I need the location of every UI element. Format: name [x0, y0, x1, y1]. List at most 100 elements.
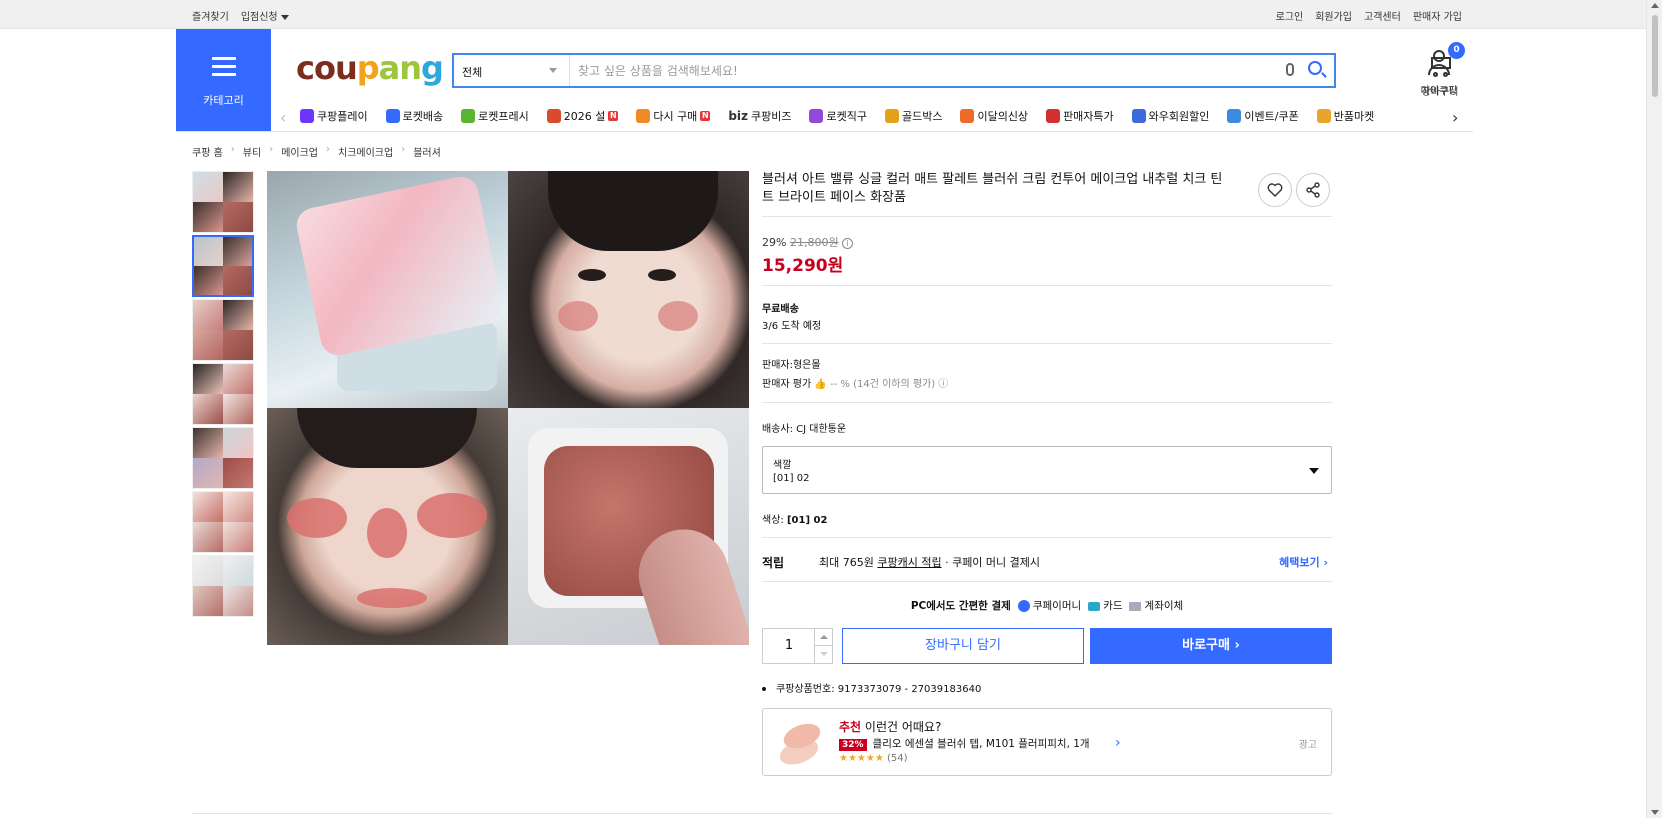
quantity-down-icon[interactable] [814, 646, 832, 663]
quicknav-item[interactable]: 쿠팡플레이 [300, 108, 368, 124]
quicknav-item[interactable]: 2026 설N [546, 108, 619, 124]
shipping-title: 무료배송 [762, 304, 799, 315]
breadcrumb-cheek[interactable]: 치크메이크업 [338, 144, 393, 159]
recommended-product-image[interactable] [776, 719, 825, 770]
category-label: 카테고리 [203, 94, 244, 107]
top-utility-bar: 즐겨찾기 입점신청 로그인 회원가입 고객센터 판매자 가입 [0, 0, 1646, 29]
price-row: 29% 21,800원 i [762, 234, 854, 250]
quicknav-item[interactable]: 다시 구매 N [636, 108, 711, 124]
page-scrollbar[interactable] [1646, 0, 1662, 818]
recommend-heading: 추천 이런건 어때요? [839, 720, 942, 734]
info-icon[interactable]: i [842, 237, 854, 249]
share-button[interactable] [1296, 173, 1330, 207]
quicknav-item[interactable]: 로켓직구 [809, 108, 867, 124]
breadcrumb: 쿠팡 홈 › 뷰티 › 메이크업 › 치크메이크업 › 블러셔 [192, 144, 441, 159]
search-category-select[interactable]: 전체 [454, 55, 570, 86]
info-icon[interactable]: ⓘ [938, 379, 948, 390]
cart-count-badge: 0 [1448, 42, 1465, 59]
original-price: 21,800원 [789, 236, 839, 249]
selected-color: 색상: [01] 02 [762, 511, 827, 526]
quicknav-item[interactable]: 판매자특가 [1046, 108, 1114, 124]
search-icon[interactable] [1308, 61, 1322, 75]
product-thumbnail[interactable] [192, 363, 254, 425]
product-thumbnail[interactable] [192, 555, 254, 617]
breadcrumb-home[interactable]: 쿠팡 홈 [192, 144, 223, 159]
chevron-down-icon [280, 14, 289, 20]
breadcrumb-blusher[interactable]: 블러셔 [413, 144, 441, 159]
coupang-logo[interactable]: coupang [296, 49, 444, 87]
breadcrumb-makeup[interactable]: 메이크업 [281, 144, 318, 159]
hamburger-icon [212, 57, 236, 77]
heart-icon [1267, 183, 1283, 197]
buy-now-button[interactable]: 바로구매 › [1090, 628, 1332, 664]
product-thumbnail[interactable] [192, 299, 254, 361]
seller-signup-link[interactable]: 판매자 가입 [1413, 8, 1462, 23]
quicknav-icon [1227, 109, 1242, 123]
seller-rating-label: 판매자 평가 [762, 379, 812, 390]
option-select[interactable]: 색깔 [01] 02 [762, 446, 1332, 494]
category-menu-button[interactable]: 카테고리 [176, 29, 271, 131]
chevron-left-icon[interactable]: ‹ [280, 108, 286, 127]
thumbs-up-icon: 👍 [814, 379, 827, 390]
seller-name[interactable]: 판매자:형은몰 [762, 356, 948, 375]
shipping-info: 무료배송 3/6 도착 예정 [762, 301, 821, 335]
scrollbar-thumb[interactable] [1651, 14, 1659, 98]
scroll-down-icon[interactable] [1651, 810, 1659, 815]
quicknav-item[interactable]: 반품마켓 [1316, 108, 1374, 124]
quicknav-item[interactable]: 로켓프레시 [461, 108, 529, 124]
quantity-value[interactable]: 1 [763, 629, 815, 663]
quicknav-icon [636, 109, 651, 123]
recommended-product[interactable]: 32% 클리오 에센셜 블러쉬 텝, M101 플러피피치, 1개 [839, 736, 1090, 751]
product-thumbnail[interactable] [192, 491, 254, 553]
login-link[interactable]: 로그인 [1276, 8, 1304, 23]
scroll-up-icon[interactable] [1651, 3, 1659, 8]
rating-stars: ★★★★★ (54) [839, 753, 908, 764]
main-product-image[interactable] [267, 171, 749, 645]
product-thumbnail[interactable] [192, 427, 254, 489]
favorite-button[interactable] [1258, 173, 1292, 207]
divider [762, 537, 1332, 538]
coupang-cash-link[interactable]: 쿠팡캐시 적립 [877, 556, 941, 569]
bank-icon [1129, 601, 1142, 611]
quicknav-icon [461, 109, 476, 123]
quicknav-label: 판매자특가 [1063, 110, 1114, 123]
divider [762, 216, 1332, 217]
payment-methods: PC에서도 간편한 결제 쿠페이머니 카드 계좌이체 [762, 598, 1332, 613]
signup-link[interactable]: 회원가입 [1315, 8, 1352, 23]
seller-rating-value: -- % (14건 이하의 평가) [830, 379, 936, 390]
quicknav-item[interactable]: 로켓배송 [385, 108, 443, 124]
product-thumbnail-selected[interactable] [192, 235, 254, 297]
coupay-icon [1017, 600, 1030, 612]
quantity-stepper[interactable]: 1 [762, 628, 833, 664]
option-label: 색깔 [773, 460, 792, 471]
seller-info: 판매자:형은몰 판매자 평가 👍 -- % (14건 이하의 평가) ⓘ [762, 356, 948, 394]
microphone-icon[interactable] [1286, 63, 1294, 76]
bookmark-link[interactable]: 즐겨찾기 [192, 8, 229, 23]
add-to-cart-button[interactable]: 장바구니 담기 [842, 628, 1084, 664]
thumbnail-list [192, 171, 254, 619]
quicknav-item[interactable]: biz 쿠팡비즈 [728, 108, 791, 124]
quicknav-icon [960, 109, 975, 123]
quantity-up-icon[interactable] [814, 629, 832, 646]
quicknav-item[interactable]: 이벤트/쿠폰 [1227, 108, 1299, 124]
customer-center-link[interactable]: 고객센터 [1364, 8, 1401, 23]
breadcrumb-beauty[interactable]: 뷰티 [243, 144, 261, 159]
quicknav-item[interactable]: 골드박스 [884, 108, 943, 124]
discount-rate: 29% [762, 236, 787, 249]
product-thumbnail[interactable] [192, 171, 254, 233]
quicknav-item[interactable]: 와우회원할인 [1131, 108, 1209, 124]
search-input[interactable] [578, 60, 1258, 81]
recommendation-ad[interactable]: 추천 이런건 어때요? 32% 클리오 에센셜 블러쉬 텝, M101 플러피피치… [762, 708, 1332, 776]
arrival-date: 3/6 도착 예정 [762, 321, 822, 332]
quicknav-label: 로켓프레시 [478, 110, 529, 123]
color-label: 색상: [762, 515, 784, 526]
chevron-down-icon [1309, 468, 1319, 474]
quicknav-icon [809, 109, 824, 123]
chevron-right-icon[interactable]: › [1115, 735, 1121, 751]
seller-apply-link[interactable]: 입점신청 [241, 8, 289, 23]
reward-label: 적립 [762, 556, 785, 570]
quicknav-item[interactable]: 이달의신상 [960, 108, 1028, 124]
chevron-right-icon[interactable]: › [1452, 108, 1458, 127]
benefits-link[interactable]: 혜택보기 › [1279, 554, 1328, 570]
quicknav-label: 골드박스 [901, 110, 943, 123]
